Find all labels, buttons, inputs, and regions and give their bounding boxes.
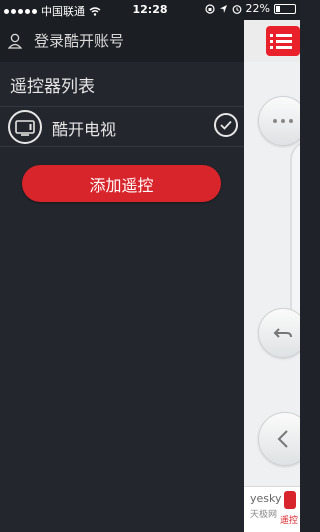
main-header — [244, 20, 300, 62]
check-icon — [214, 113, 238, 137]
status-right: 22% — [204, 2, 296, 15]
remote-name: 酷开电视 — [52, 120, 117, 139]
user-icon — [8, 33, 22, 49]
more-button[interactable] — [258, 96, 300, 146]
battery-icon — [274, 3, 296, 14]
drawer-header: 登录酷开账号 — [0, 20, 244, 62]
lock-rotation-icon — [204, 3, 215, 14]
battery-percent: 22% — [245, 2, 270, 15]
login-button[interactable]: 登录酷开账号 — [8, 30, 124, 51]
alarm-icon — [232, 4, 241, 14]
more-icon — [273, 119, 293, 123]
location-icon — [219, 4, 227, 13]
menu-icon[interactable] — [266, 26, 300, 56]
battery-level — [276, 5, 280, 12]
remote-main-panel: yesky 天极网 遥控 — [244, 20, 300, 532]
add-remote-button[interactable]: 添加遥控 — [22, 165, 221, 202]
chevron-left-icon — [277, 430, 288, 448]
left-button[interactable] — [258, 412, 300, 466]
back-icon — [273, 328, 292, 338]
divider — [0, 146, 244, 147]
remote-app-icon — [284, 491, 296, 509]
bottom-bar: yesky 天极网 遥控 — [244, 486, 300, 532]
watermark-brand: yesky — [250, 492, 282, 505]
remote-item[interactable]: 酷开电视 — [0, 108, 244, 146]
back-button[interactable] — [258, 308, 300, 358]
watermark-app-label: 遥控 — [280, 516, 299, 526]
watermark-sub: 天极网 — [250, 510, 278, 520]
tv-icon — [8, 110, 42, 144]
login-label: 登录酷开账号 — [34, 32, 125, 50]
side-drawer: 登录酷开账号 遥控器列表 酷开电视 添加遥控 — [0, 20, 244, 532]
divider — [0, 106, 244, 107]
remote-list-title: 遥控器列表 — [10, 77, 95, 97]
status-bar: 中国联通 12:28 22% — [0, 0, 300, 20]
